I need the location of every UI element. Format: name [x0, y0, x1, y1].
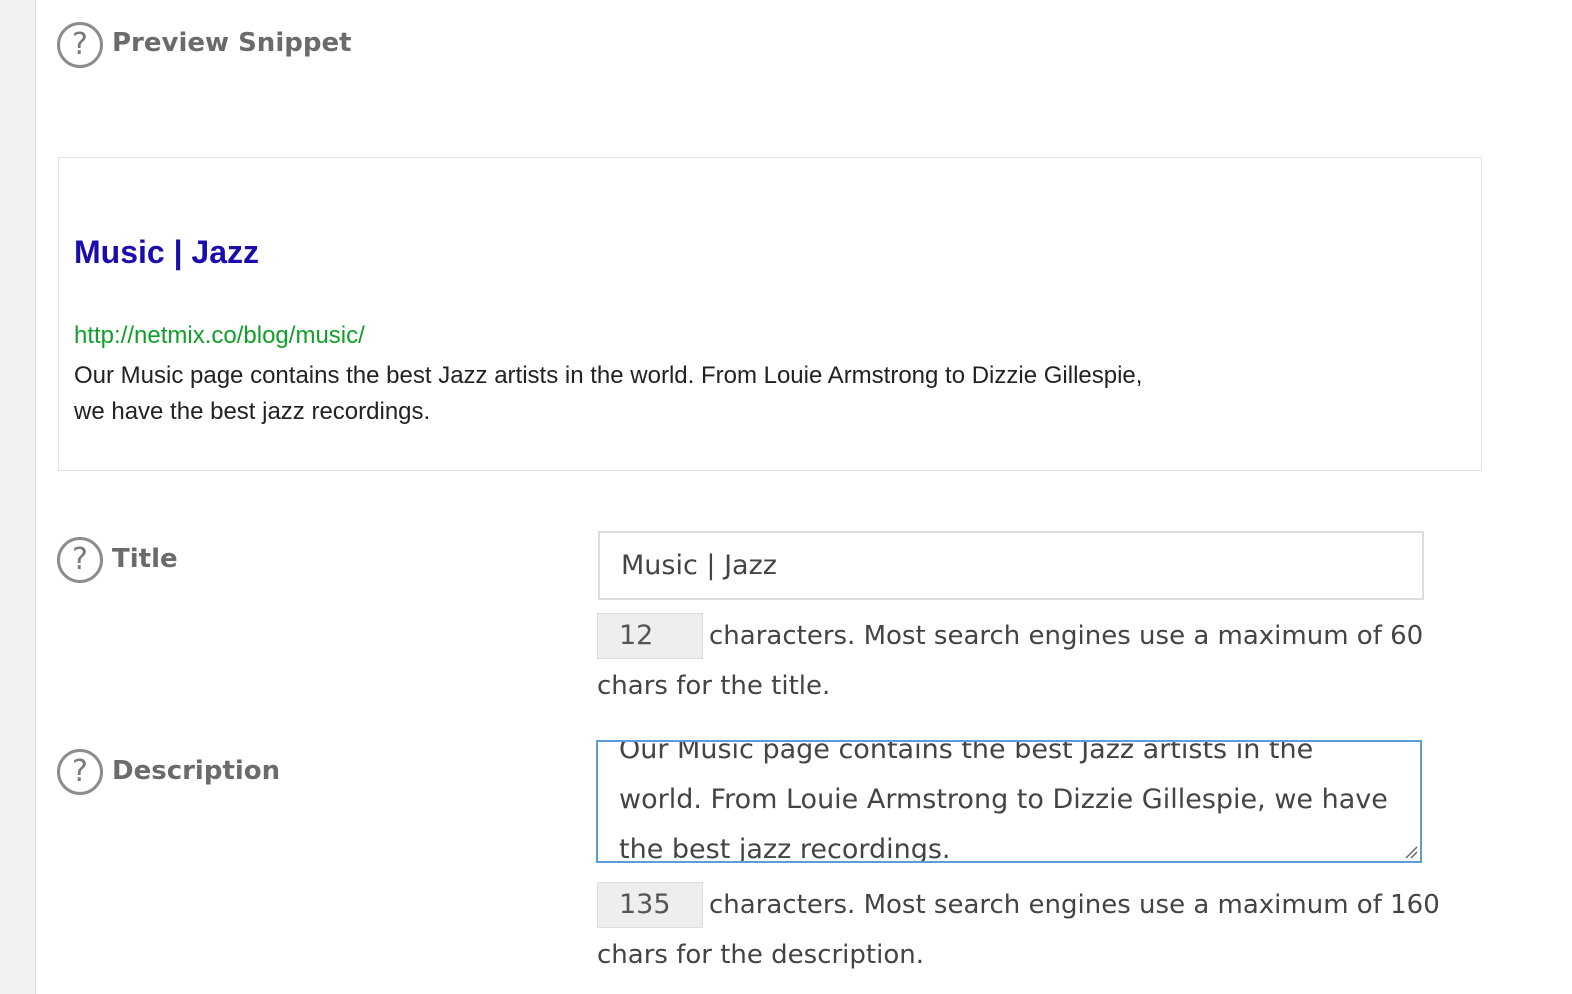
preview-snippet-label: Preview Snippet — [112, 28, 352, 58]
snippet-preview-description: Our Music page contains the best Jazz ar… — [74, 362, 1143, 425]
description-label: Description — [112, 756, 281, 786]
description-textarea-text: Our Music page contains the best Jazz ar… — [619, 740, 1388, 863]
snippet-preview-title[interactable]: Music | Jazz — [74, 234, 259, 271]
description-textarea[interactable]: Our Music page contains the best Jazz ar… — [596, 740, 1422, 863]
description-help-icon[interactable]: ? — [57, 749, 103, 795]
title-help-text: characters. Most search engines use a ma… — [597, 621, 1424, 701]
resize-grip-icon[interactable] — [1404, 845, 1418, 859]
preview-help-icon[interactable]: ? — [57, 22, 103, 68]
title-label: Title — [112, 544, 178, 574]
snippet-preview-box: Music | Jazz http://netmix.co/blog/music… — [58, 157, 1482, 471]
snippet-preview-url: http://netmix.co/blog/music/ — [74, 322, 365, 349]
title-help-icon[interactable]: ? — [57, 537, 103, 583]
description-help-text: characters. Most search engines use a ma… — [597, 890, 1440, 970]
title-input[interactable] — [598, 531, 1424, 600]
